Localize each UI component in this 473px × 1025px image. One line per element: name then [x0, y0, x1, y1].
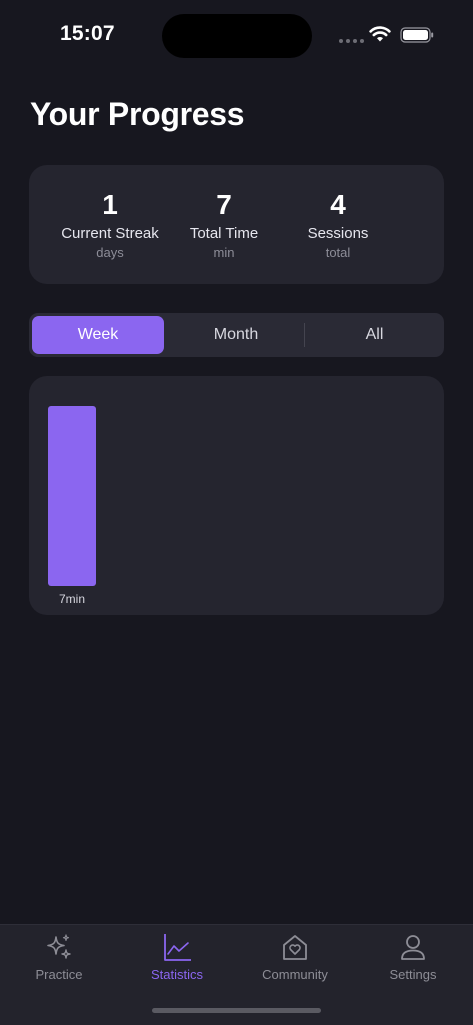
- tab-label: Statistics: [150, 967, 203, 982]
- tab-label: Community: [262, 967, 328, 982]
- tab-label: Settings: [389, 967, 437, 982]
- sparkles-icon: [47, 934, 71, 959]
- person-icon: [401, 935, 425, 960]
- segment-all[interactable]: All: [305, 313, 444, 357]
- status-time: 15:07: [60, 22, 115, 45]
- chart-icon: [164, 934, 191, 961]
- wifi-icon: [369, 26, 391, 42]
- page-title: Your Progress: [30, 96, 245, 132]
- stat-label: Sessions: [307, 225, 369, 242]
- tab-settings[interactable]: Settings: [358, 925, 468, 995]
- tab-label: Practice: [35, 967, 83, 982]
- chart-bar: [48, 406, 96, 586]
- stat-value: 4: [330, 189, 346, 220]
- period-segmented-control: Week Month All: [29, 313, 444, 357]
- tab-practice[interactable]: Practice: [4, 925, 114, 995]
- battery-icon: [400, 27, 434, 43]
- segment-month[interactable]: Month: [167, 313, 305, 357]
- tab-statistics[interactable]: Statistics: [122, 925, 232, 995]
- stat-sessions: 4 Sessions total: [268, 189, 408, 261]
- weekly-time-chart: 7min: [48, 406, 96, 606]
- dynamic-island: [162, 14, 312, 58]
- house-heart-icon: [283, 935, 307, 960]
- segment-week[interactable]: Week: [32, 316, 164, 354]
- cellular-signal-icon: [339, 39, 364, 43]
- stats-card: 1 Current Streak days 7 Total Time min 4…: [29, 165, 444, 284]
- home-indicator: [152, 1008, 321, 1013]
- tab-community[interactable]: Community: [240, 925, 350, 995]
- chart-card: 7min: [29, 376, 444, 615]
- chart-bar-label: 7min: [59, 592, 85, 606]
- stat-unit: total: [325, 245, 351, 260]
